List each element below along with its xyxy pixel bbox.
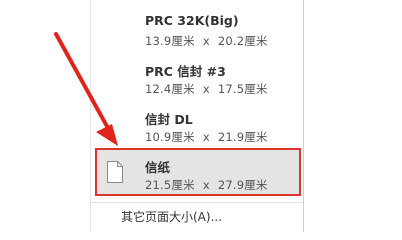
red-arrow-annotation xyxy=(54,32,118,146)
